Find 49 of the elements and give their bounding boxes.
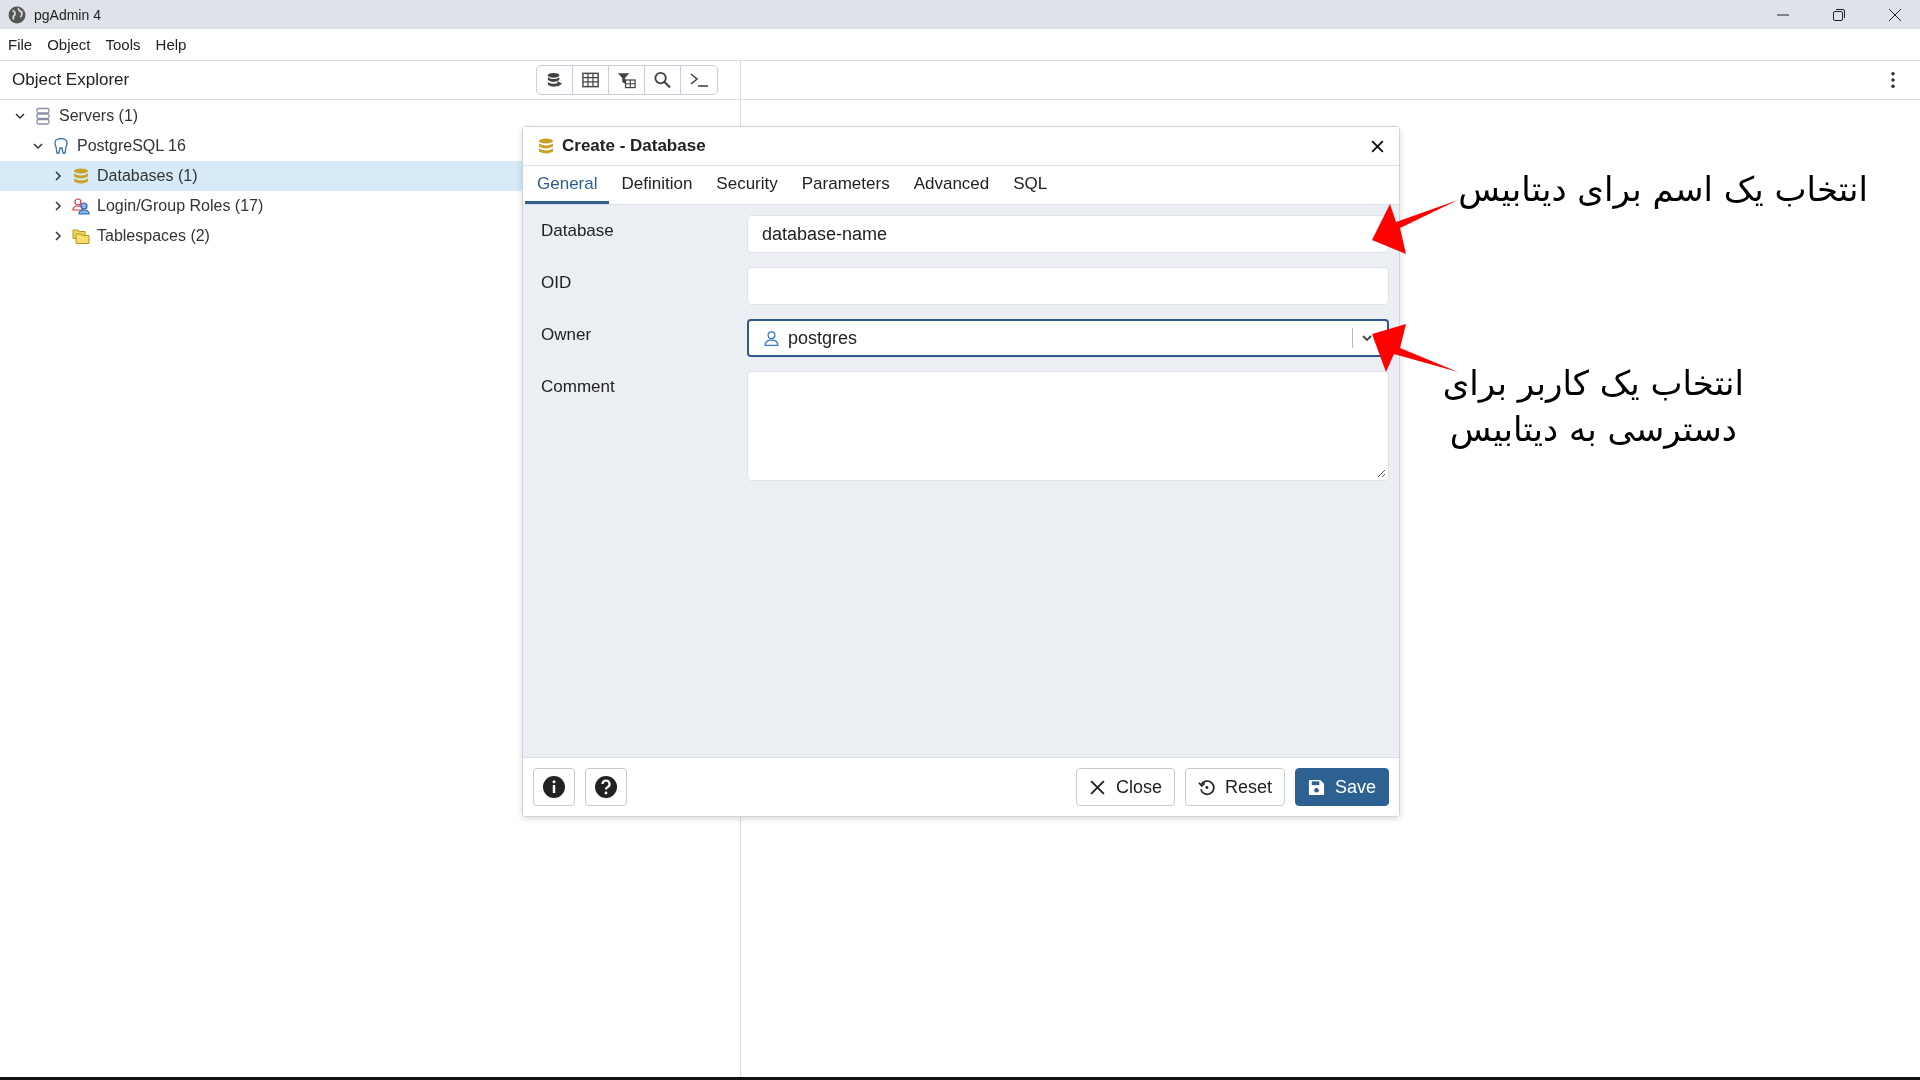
restore-icon[interactable] xyxy=(1832,7,1846,22)
database-icon xyxy=(537,137,555,155)
database-icon xyxy=(72,167,90,185)
chevron-icon[interactable] xyxy=(52,230,64,242)
close-icon xyxy=(1088,778,1106,796)
server-stack-icon xyxy=(34,107,52,125)
more-options-icon[interactable] xyxy=(1890,71,1896,89)
chevron-icon[interactable] xyxy=(52,200,64,212)
help-button[interactable] xyxy=(585,768,627,806)
select-field[interactable]: postgres xyxy=(747,319,1389,357)
field-label: Owner xyxy=(541,324,593,345)
chevron-down-icon[interactable] xyxy=(1361,332,1373,344)
close-button[interactable]: Close xyxy=(1075,768,1175,806)
annotation-text: انتخاب یک اسم برای دیتابیس xyxy=(1458,168,1868,211)
tab[interactable]: General xyxy=(525,166,610,204)
field-label: Comment xyxy=(541,376,616,397)
info-icon xyxy=(542,775,566,799)
save-button[interactable]: Save xyxy=(1294,768,1389,806)
help-icon xyxy=(594,775,618,799)
panel-title: Object Explorer xyxy=(12,70,130,90)
menu-item[interactable]: Object xyxy=(47,36,91,53)
tab[interactable]: Advanced xyxy=(901,166,1002,204)
annotation-text: انتخاب یک کاربر برای دسترسی به دیتابیس xyxy=(1442,362,1744,451)
tab[interactable]: Parameters xyxy=(789,166,902,204)
menu-item[interactable]: Tools xyxy=(105,36,141,53)
text-field[interactable] xyxy=(747,267,1389,305)
field-label: Database xyxy=(541,220,615,241)
menu-item[interactable]: File xyxy=(8,36,33,53)
globe-icon xyxy=(8,5,26,24)
close-icon[interactable] xyxy=(1370,138,1385,154)
chevron-icon[interactable] xyxy=(32,140,44,152)
chevron-icon[interactable] xyxy=(52,170,64,182)
tab[interactable]: SQL xyxy=(1001,166,1060,204)
reset-button[interactable]: Reset xyxy=(1184,768,1285,806)
close-icon[interactable] xyxy=(1888,7,1902,22)
reset-icon xyxy=(1197,778,1215,796)
window-title: pgAdmin 4 xyxy=(34,6,101,23)
info-button[interactable] xyxy=(533,768,575,806)
resize-grip-icon[interactable] xyxy=(1376,468,1386,478)
chevron-icon[interactable] xyxy=(14,110,26,122)
save-icon xyxy=(1307,778,1325,796)
user-icon xyxy=(763,329,780,347)
folders-icon xyxy=(72,227,90,245)
text-field[interactable]: database-name xyxy=(747,215,1389,253)
users-icon xyxy=(72,197,90,215)
dialog-title: Create - Database xyxy=(562,136,706,156)
field-label: OID xyxy=(541,272,573,293)
menu-item[interactable]: Help xyxy=(155,36,187,53)
tree-item[interactable]: Servers (1) xyxy=(0,101,740,131)
